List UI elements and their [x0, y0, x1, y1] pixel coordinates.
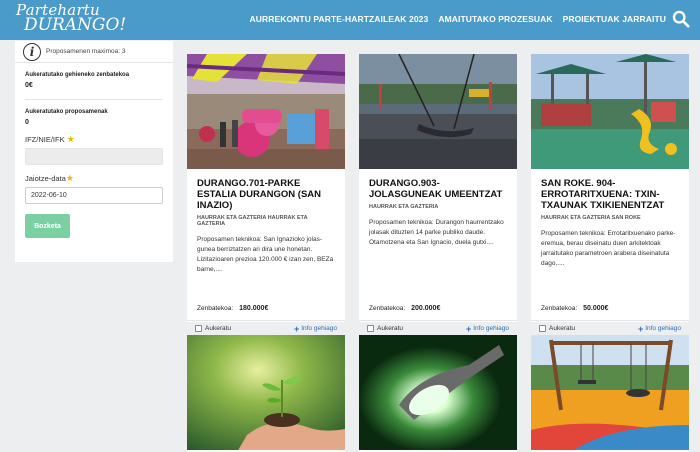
- amount-label: Zenbatekoa:: [541, 305, 578, 312]
- selected-proposals-label: Aukeratutako proposamenak: [25, 109, 108, 115]
- proposal-description: Proposamen teknikoa: Errotaritxuenako pa…: [541, 230, 676, 267]
- info-icon: i: [23, 42, 41, 61]
- id-field-label: IFZ/NIE/IFK ★: [25, 134, 163, 145]
- amount-label: Zenbatekoa:: [197, 305, 234, 312]
- selected-proposals-value: 0: [25, 119, 29, 126]
- id-input[interactable]: [25, 148, 163, 165]
- proposal-tag: HAURRAK ETA GAZTERIA SAN ROKE: [541, 215, 641, 221]
- nav-item-budgets-2023[interactable]: AURREKONTU PARTE-HARTZAILEAK 2023: [250, 14, 429, 24]
- birth-label-text: Jaiotze-data: [25, 174, 66, 183]
- amount-value: 50.000€: [583, 305, 609, 312]
- select-label: Aukeratu: [377, 325, 404, 332]
- top-header: Partehartu DURANGO! AURREKONTU PARTE-HAR…: [0, 0, 700, 40]
- proposal-card: [359, 335, 517, 452]
- info-more-label: Info gehiago: [473, 325, 509, 332]
- max-amount-label: Aukeratutako gehieneko zenbatekoa: [25, 72, 130, 78]
- max-proposals-row: i Proposamenen maximoa: 3: [15, 41, 173, 63]
- max-proposals-text: Proposamenen maximoa: 3: [46, 48, 126, 55]
- proposal-card: [187, 335, 345, 452]
- info-more-link[interactable]: + Info gehiago: [466, 324, 509, 334]
- proposal-title[interactable]: DURANGO.701-PARKE ESTALIA DURANGON (SAN …: [197, 178, 335, 211]
- select-checkbox[interactable]: Aukeratu: [195, 325, 231, 332]
- logo-line2: DURANGO!: [24, 15, 127, 35]
- info-more-label: Info gehiago: [301, 325, 337, 332]
- proposal-title[interactable]: SAN ROKE. 904- ERROTARITXUENA: TXIN-TXAU…: [541, 178, 679, 211]
- proposal-card: DURANGO.903- JOLASGUNEAK UMEENTZAT HAURR…: [359, 54, 517, 334]
- max-amount-block: Aukeratutako gehieneko zenbatekoa 0€: [15, 63, 173, 100]
- proposal-tag: HAURRAK ETA GAZTERIA: [369, 204, 439, 210]
- proposal-tag: HAURRAK ETA GAZTERIA HAURRAK ETA GAZTERI…: [197, 215, 308, 227]
- vote-button[interactable]: Bozketa: [25, 214, 70, 238]
- proposal-card: SAN ROKE. 904- ERROTARITXUENA: TXIN-TXAU…: [531, 54, 689, 334]
- card-footer: Aukeratu + Info gehiago: [531, 320, 689, 336]
- proposal-image[interactable]: [187, 54, 345, 169]
- proposal-description: Proposamen teknikoa: Durangon haurrentza…: [369, 219, 504, 246]
- proposal-card: [531, 335, 689, 452]
- select-checkbox[interactable]: Aukeratu: [367, 325, 403, 332]
- main-nav: AURREKONTU PARTE-HARTZAILEAK 2023 AMAITU…: [250, 14, 667, 24]
- birth-date-input[interactable]: 2022-06-10: [25, 187, 163, 204]
- proposal-image[interactable]: [187, 335, 345, 450]
- info-more-label: Info gehiago: [645, 325, 681, 332]
- select-label: Aukeratu: [549, 325, 576, 332]
- voting-sidebar: i Proposamenen maximoa: 3 Aukeratutako g…: [15, 41, 173, 262]
- plus-icon: +: [293, 323, 300, 334]
- info-more-link[interactable]: + Info gehiago: [638, 324, 681, 334]
- card-footer: Aukeratu + Info gehiago: [359, 320, 517, 336]
- required-star-icon: ★: [65, 173, 74, 183]
- amount-label: Zenbatekoa:: [369, 305, 406, 312]
- checkbox-icon[interactable]: [195, 325, 202, 332]
- required-star-icon: ★: [66, 134, 75, 144]
- search-icon[interactable]: [672, 10, 690, 28]
- proposal-image[interactable]: [531, 335, 689, 450]
- nav-item-follow-projects[interactable]: PROIEKTUAK JARRAITU: [563, 14, 666, 24]
- proposal-image[interactable]: [359, 54, 517, 169]
- proposal-image[interactable]: [531, 54, 689, 169]
- proposal-image[interactable]: [359, 335, 517, 450]
- select-label: Aukeratu: [205, 325, 232, 332]
- proposal-amount: Zenbatekoa: 180.000€: [197, 305, 268, 312]
- id-label-text: IFZ/NIE/IFK: [25, 135, 65, 144]
- birth-field-label: Jaiotze-data★: [25, 173, 163, 184]
- site-logo[interactable]: Partehartu DURANGO!: [16, 3, 127, 35]
- nav-item-finished-processes[interactable]: AMAITUTAKO PROZESUAK: [438, 14, 552, 24]
- proposal-title[interactable]: DURANGO.903- JOLASGUNEAK UMEENTZAT: [369, 178, 507, 200]
- proposal-amount: Zenbatekoa: 50.000€: [541, 305, 608, 312]
- card-footer: Aukeratu + Info gehiago: [187, 320, 345, 336]
- amount-value: 180.000€: [239, 305, 269, 312]
- max-amount-value: 0€: [25, 82, 33, 89]
- checkbox-icon[interactable]: [367, 325, 374, 332]
- proposal-card: DURANGO.701-PARKE ESTALIA DURANGON (SAN …: [187, 54, 345, 334]
- plus-icon: +: [637, 323, 644, 334]
- amount-value: 200.000€: [411, 305, 441, 312]
- selected-block: Aukeratutako proposamenak 0: [15, 100, 173, 126]
- checkbox-icon[interactable]: [539, 325, 546, 332]
- plus-icon: +: [465, 323, 472, 334]
- info-more-link[interactable]: + Info gehiago: [294, 324, 337, 334]
- proposal-description: Proposamen teknikoa: San Ignazioko jolas…: [197, 236, 334, 273]
- proposal-amount: Zenbatekoa: 200.000€: [369, 305, 440, 312]
- select-checkbox[interactable]: Aukeratu: [539, 325, 575, 332]
